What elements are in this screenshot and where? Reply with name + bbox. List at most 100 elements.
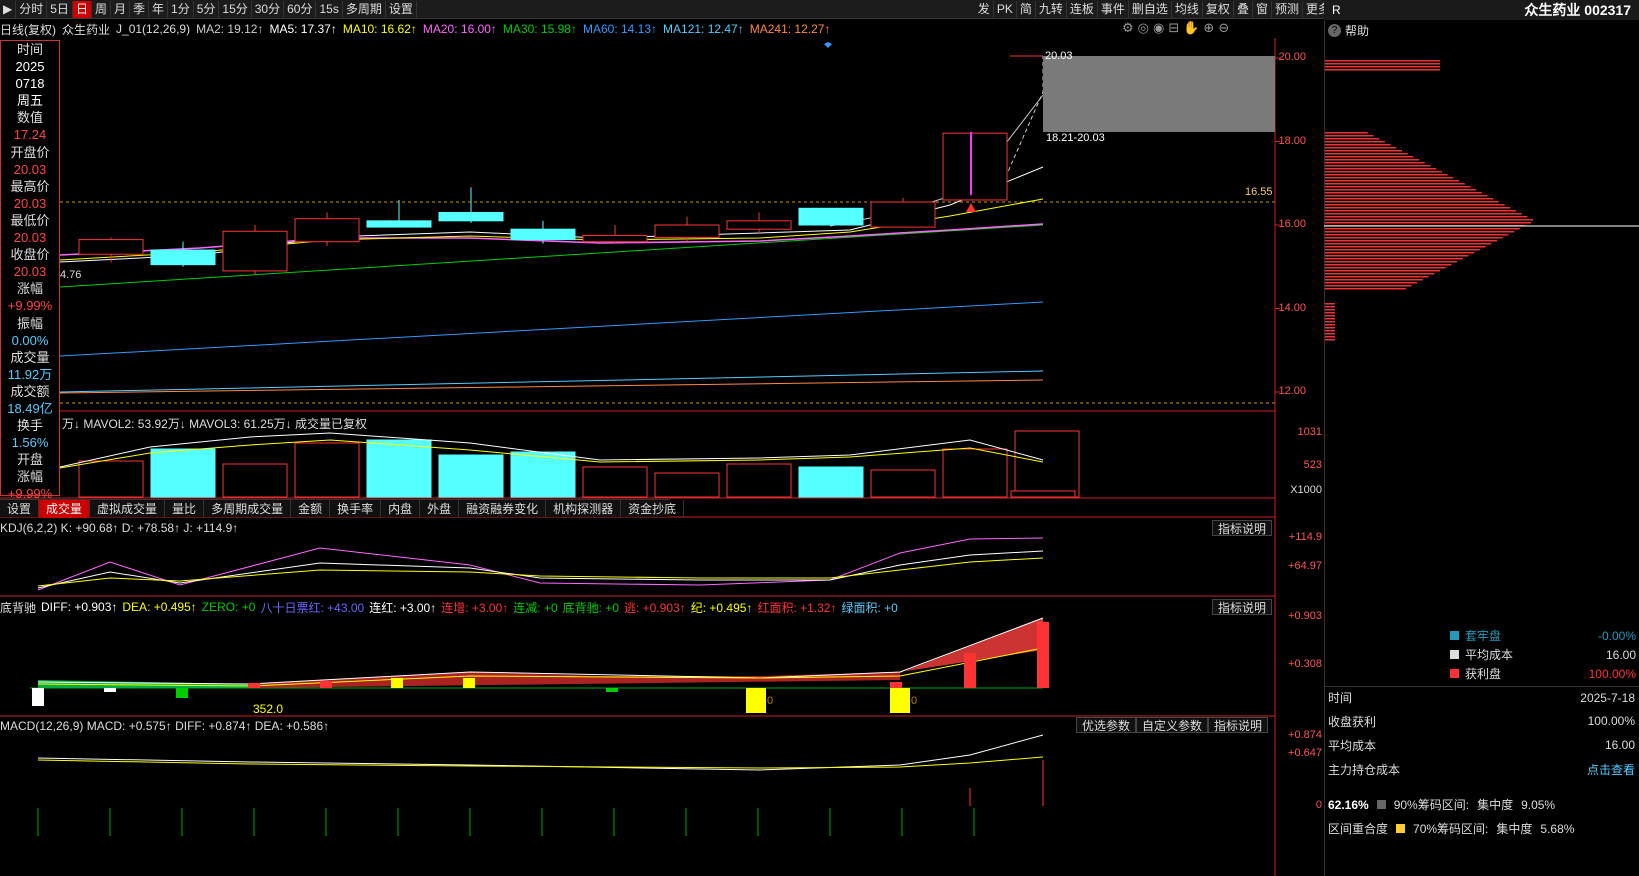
chip-bar	[1325, 228, 1520, 230]
period-11[interactable]: 60分	[284, 0, 317, 18]
chip-bar	[1325, 246, 1486, 248]
rp-row-0: 时间 2025-7-18	[1324, 686, 1639, 708]
rp-row-3[interactable]: 主力持仓成本 点击查看	[1324, 758, 1639, 780]
info-value-7: 20.03	[13, 264, 47, 280]
info-label-4: 开盘价	[10, 144, 50, 160]
period-13[interactable]: 多周期	[343, 0, 386, 18]
chip-bar	[1325, 237, 1503, 239]
chip-bar	[1325, 336, 1335, 338]
rp-row-value-1: 100.00%	[1587, 714, 1635, 728]
help-link[interactable]: ? 帮助	[1328, 22, 1369, 39]
tab-4[interactable]: 多周期成交量	[204, 500, 292, 518]
kdj-help-button[interactable]: 指标说明	[1212, 520, 1273, 536]
chip-bar	[1325, 222, 1532, 224]
kdj-header-text: KDJ(6,2,2) K: +90.68↑ D: +78.58↑ J: +114…	[0, 521, 239, 535]
toolbar-right-5[interactable]: 事件	[1098, 1, 1129, 18]
toolbar-right-7[interactable]: 均线	[1172, 1, 1203, 18]
info-value-0: 2025	[15, 59, 45, 75]
period-5[interactable]: 季	[130, 0, 149, 18]
toolbar-right-1[interactable]: PK	[994, 1, 1017, 18]
toolbar-right-8[interactable]: 复权	[1203, 1, 1234, 18]
tab-0[interactable]: 设置	[0, 500, 40, 518]
price-axis-3: 14.00	[1278, 301, 1306, 314]
toolbar-right-4[interactable]: 连板	[1067, 1, 1098, 18]
period-10[interactable]: 30分	[252, 0, 285, 18]
mark-block-1	[746, 688, 766, 713]
candle-body-9	[726, 220, 792, 230]
volume-bar-13	[1014, 430, 1080, 498]
macd-header-text: MACD(12,26,9) MACD: +0.575↑ DIFF: +0.874…	[0, 719, 330, 733]
dbc-help-button[interactable]: 指标说明	[1212, 599, 1273, 615]
chip-bar	[1325, 252, 1475, 254]
info-label-10: 成交量	[10, 349, 50, 365]
tab-5[interactable]: 金额	[291, 500, 331, 518]
volume-bar-14	[1010, 490, 1076, 498]
toolbar-right-10[interactable]: 窗	[1253, 1, 1272, 18]
period-6[interactable]: 年	[149, 0, 169, 18]
dbc-bar-2	[176, 688, 188, 698]
chip-bar	[1325, 165, 1431, 167]
toolbar-right-11[interactable]: 预测	[1272, 1, 1303, 18]
period-12[interactable]: 15s	[316, 0, 343, 18]
tab-8[interactable]: 外盘	[420, 500, 460, 518]
indicator-tabs: 设置 成交量 虚拟成交量 量比 多周期成交量 金额 换手率 内盘 外盘 融资融券变化 机构探测器 资金…	[0, 499, 685, 518]
period-1[interactable]: 5日	[47, 0, 73, 18]
kdj-chart	[37, 537, 1044, 591]
chip-bar	[1325, 258, 1463, 260]
period-0[interactable]: 分时	[16, 0, 48, 18]
tab-1[interactable]: 成交量	[39, 500, 91, 518]
candle-body-4	[366, 220, 432, 228]
period-7[interactable]: 1分	[168, 0, 194, 18]
stock-name: 众生药业	[62, 22, 111, 37]
macd-btn-2[interactable]: 指标说明	[1208, 717, 1269, 733]
period-4[interactable]: 月	[111, 0, 130, 18]
info-value-4: 20.03	[13, 161, 47, 177]
info-value-10: 11.92万	[7, 366, 53, 382]
chip-bar	[1325, 270, 1440, 272]
dbc-item-4: 连红: +3.00↑	[369, 600, 437, 615]
tab-2[interactable]: 虚拟成交量	[90, 500, 166, 518]
macd-axis-1: +0.874	[1288, 729, 1322, 741]
period-9[interactable]: 15分	[219, 0, 252, 18]
rp-row-value-0: 2025-7-18	[1580, 690, 1635, 705]
chip-bar	[1325, 282, 1418, 284]
volume-bar-4	[366, 439, 432, 498]
rp-row-value-3[interactable]: 点击查看	[1587, 761, 1635, 778]
legend-swatch-2	[1450, 669, 1459, 678]
candle-body-12	[942, 132, 1008, 201]
chip-bar	[1325, 141, 1385, 143]
chip-bar	[1325, 327, 1335, 329]
dbc-bar-1	[104, 688, 116, 692]
toolbar-right-3[interactable]: 九转	[1036, 1, 1067, 18]
macd-btn-0[interactable]: 优选参数	[1076, 717, 1137, 733]
play-icon[interactable]: ▶	[0, 0, 17, 18]
ma2-value: MA2: 19.12↑	[196, 22, 264, 36]
toolbar-right-9[interactable]: 叠	[1234, 1, 1253, 18]
period-3[interactable]: 周	[92, 0, 111, 18]
chip-bar	[1325, 192, 1482, 194]
candle-body-10	[798, 207, 864, 226]
period-14[interactable]: 设置	[386, 0, 417, 18]
dbc-bar-4	[320, 681, 332, 688]
tab-10[interactable]: 机构探测器	[546, 500, 622, 518]
chart-tool-icons[interactable]: ⚙◎◉⊟✋⊕⊖	[1122, 20, 1233, 36]
dbc-header: 底背驰 DIFF: +0.903↑ DEA: +0.495↑ ZERO: +0 八十日票…	[0, 599, 898, 615]
conc70-c: 集中度	[1496, 822, 1533, 836]
chip-bar	[1325, 189, 1477, 191]
tab-11[interactable]: 资金抄底	[621, 500, 685, 518]
vol-axis-1: 1031	[1297, 426, 1322, 438]
chip-bar	[1325, 243, 1492, 245]
dbc-item-11: 绿面积: +0	[841, 600, 898, 615]
period-8[interactable]: 5分	[194, 0, 220, 18]
tab-3[interactable]: 量比	[165, 500, 205, 518]
toolbar-right-0[interactable]: 发	[975, 1, 994, 18]
macd-btn-1[interactable]: 自定义参数	[1136, 717, 1209, 733]
chip-bar	[1325, 69, 1440, 71]
toolbar-right-2[interactable]: 简	[1017, 1, 1036, 18]
tab-9[interactable]: 融资融券变化	[459, 500, 547, 518]
legend-value-0: -0.00%	[1597, 628, 1636, 643]
tab-6[interactable]: 换手率	[330, 500, 382, 518]
tab-7[interactable]: 内盘	[381, 500, 421, 518]
period-2[interactable]: 日	[72, 0, 92, 18]
toolbar-right-6[interactable]: 删自选	[1129, 1, 1172, 18]
